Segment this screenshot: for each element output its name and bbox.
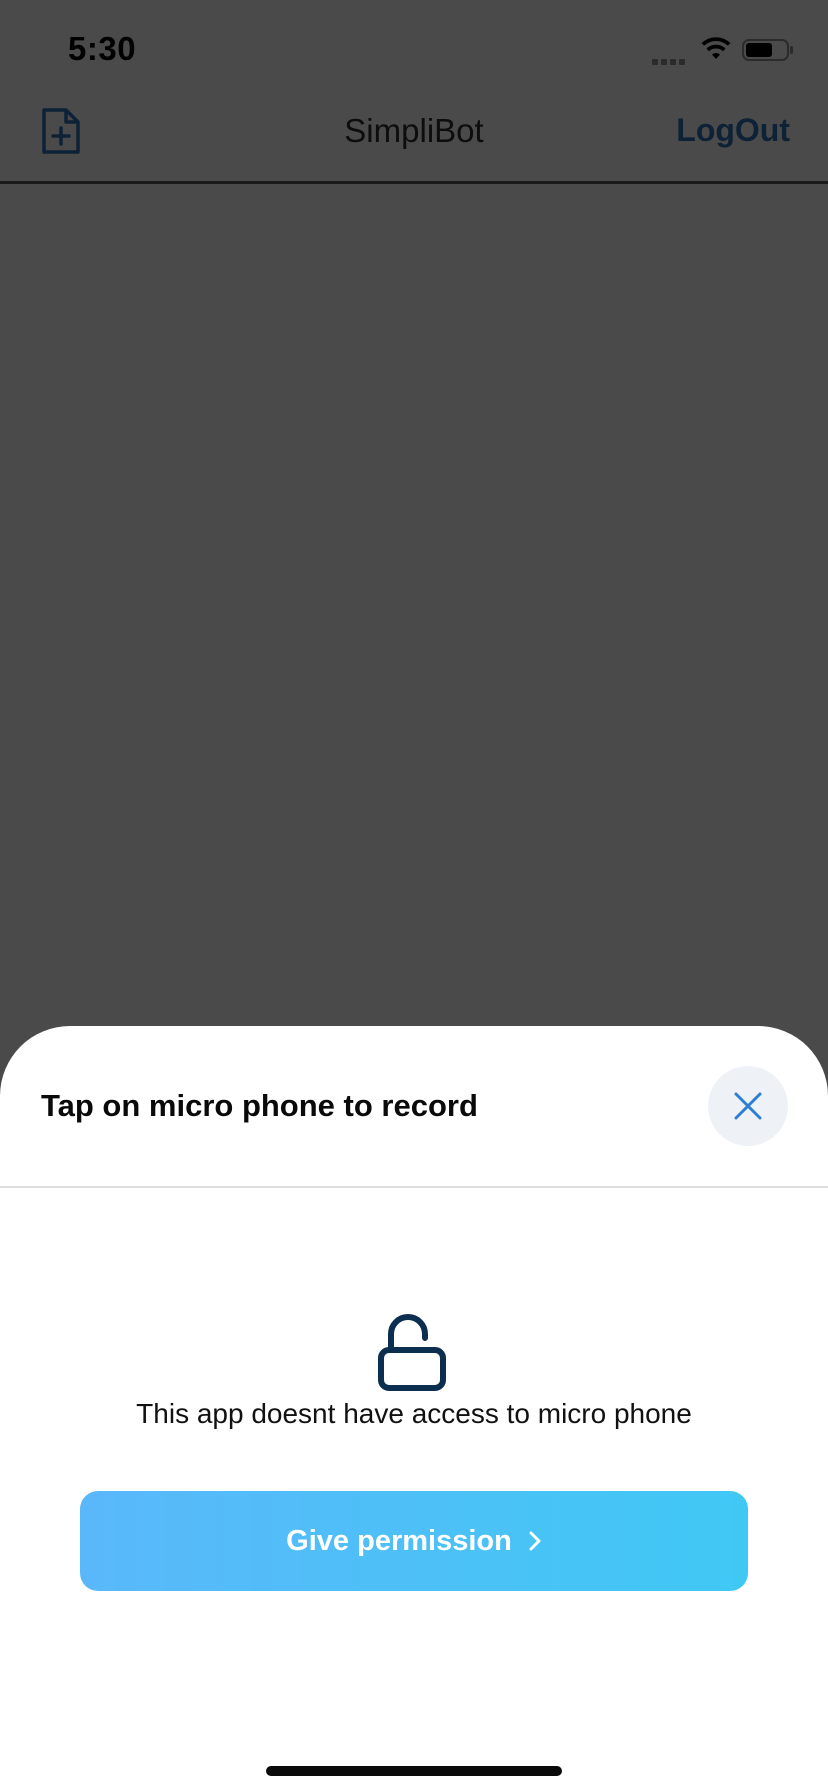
close-icon: [734, 1092, 762, 1120]
close-button[interactable]: [708, 1066, 788, 1146]
logout-button[interactable]: LogOut: [676, 112, 790, 149]
wifi-icon: [701, 37, 731, 59]
no-access-message: This app doesnt have access to micro pho…: [136, 1398, 692, 1429]
sheet-divider: [0, 1186, 828, 1188]
chevron-right-icon: [529, 1531, 541, 1551]
sheet-title: Tap on micro phone to record: [41, 1088, 478, 1123]
give-permission-button[interactable]: Give permission: [80, 1491, 748, 1591]
battery-icon: [742, 39, 793, 61]
status-bar: 5:30: [0, 0, 828, 90]
record-bottom-sheet: Tap on micro phone to record This app do…: [0, 1026, 828, 1792]
home-indicator: [266, 1766, 562, 1776]
unlock-icon: [378, 1314, 446, 1391]
navigation-bar: SimpliBot LogOut: [0, 90, 828, 184]
status-time: 5:30: [68, 30, 137, 67]
cellular-signal-icon: [652, 52, 690, 65]
give-permission-label: Give permission: [286, 1524, 512, 1557]
